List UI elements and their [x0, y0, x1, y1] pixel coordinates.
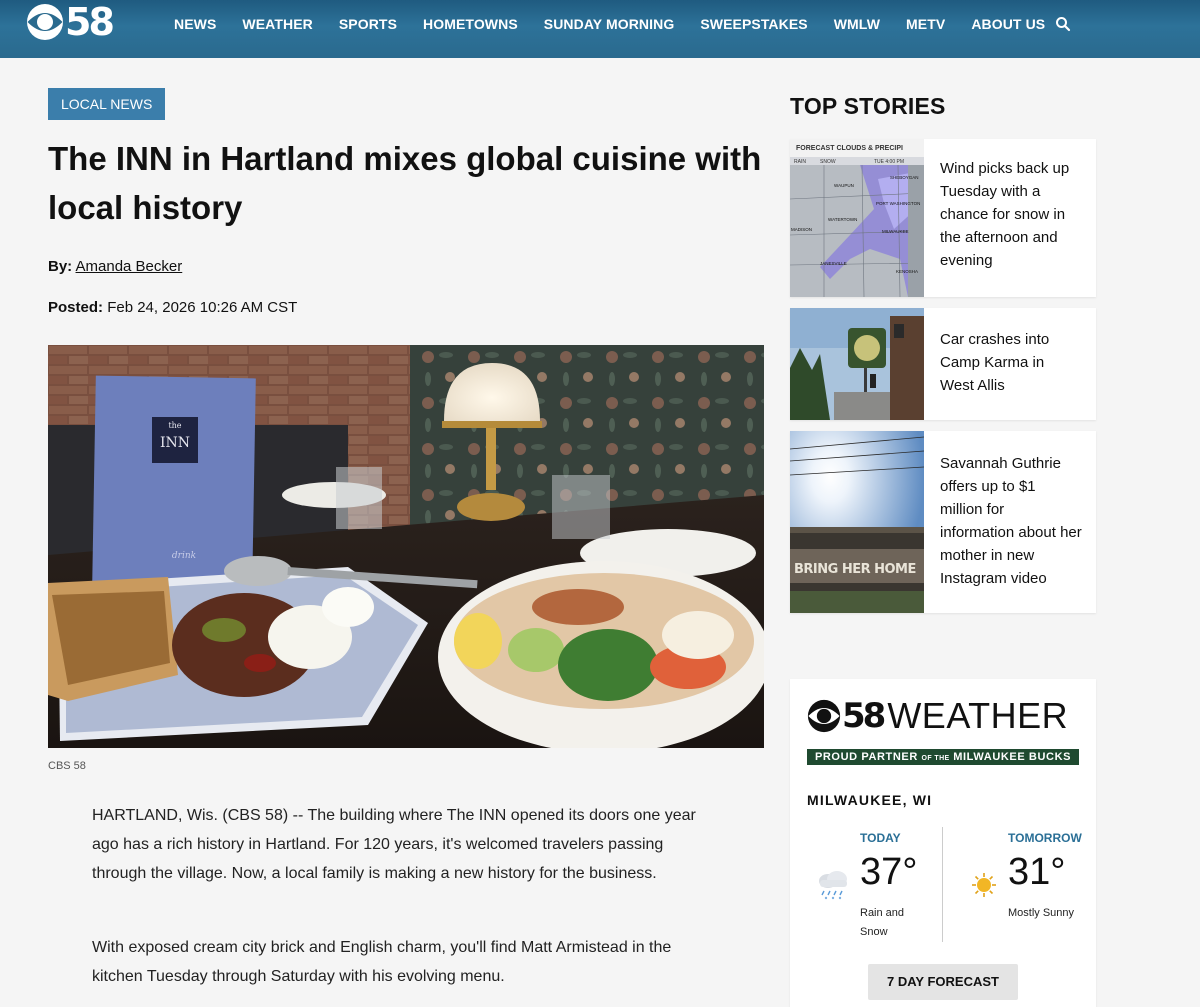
by-label: By: — [48, 258, 73, 275]
menu-drink-text: drink — [172, 551, 196, 561]
article-photo: the INN drink — [48, 345, 764, 748]
author-link[interactable]: Amanda Becker — [76, 258, 183, 275]
map-legend-time: TUE 4:00 PM — [874, 159, 904, 165]
partner-left: PROUD PARTNER — [814, 751, 918, 763]
map-legend-snow: SNOW — [820, 159, 836, 165]
byline: By: Amanda Becker — [48, 258, 182, 275]
category-badge[interactable]: LOCAL NEWS — [48, 88, 166, 120]
story-title[interactable]: Car crashes into Camp Karma in West Alli… — [924, 308, 1096, 420]
cbs-eye-icon — [807, 699, 841, 733]
today-label: TODAY — [860, 831, 901, 845]
nav-about-us[interactable]: ABOUT US — [971, 16, 1045, 32]
nav-sweepstakes[interactable]: SWEEPSTAKES — [700, 16, 807, 32]
site-header: 58 NEWS WEATHER SPORTS HOMETOWNS SUNDAY … — [0, 0, 1200, 58]
map-title: FORECAST CLOUDS & PRECIPI — [796, 145, 903, 152]
partner-right: MILWAUKEE BUCKS — [953, 751, 1072, 763]
map-place-kenosha: KENOSHA — [896, 269, 918, 274]
weather-divider — [942, 827, 943, 942]
today-condition: Rain and Snow — [860, 907, 905, 938]
nav-metv[interactable]: METV — [906, 16, 945, 32]
photo-credit: CBS 58 — [48, 760, 86, 772]
bring-her-home-sign: BRING HER HOME — [794, 562, 916, 577]
weather-logo-number: 58 — [842, 696, 886, 736]
story-title[interactable]: Savannah Guthrie offers up to $1 million… — [924, 431, 1096, 613]
weather-city: MILWAUKEE, WI — [807, 792, 933, 808]
nav-hometowns[interactable]: HOMETOWNS — [423, 16, 518, 32]
story-title[interactable]: Wind picks back up Tuesday with a chance… — [924, 139, 1096, 297]
logo-number: 58 — [65, 0, 115, 44]
tomorrow-temp: 31° — [1008, 851, 1066, 893]
menu-small-text: the — [168, 421, 181, 430]
map-place-madison: MADISON — [791, 227, 812, 232]
top-stories-title: TOP STORIES — [790, 93, 946, 119]
weather-widget: 58 WEATHER PROUD PARTNER OF THE MILWAUKE… — [790, 679, 1096, 1007]
nav-sports[interactable]: SPORTS — [339, 16, 397, 32]
bucks-partner-banner: PROUD PARTNER OF THE MILWAUKEE BUCKS — [807, 749, 1079, 765]
tomorrow-label: TOMORROW — [1008, 831, 1082, 845]
nav-sunday-morning[interactable]: SUNDAY MORNING — [544, 16, 675, 32]
today-temp: 37° — [860, 851, 918, 893]
tomorrow-condition: Mostly Sunny — [1008, 907, 1075, 919]
story-card[interactable]: Car crashes into Camp Karma in West Alli… — [790, 308, 1096, 420]
posted-date-value: Feb 24, 2026 10:26 AM CST — [107, 299, 298, 316]
main-nav: NEWS WEATHER SPORTS HOMETOWNS SUNDAY MOR… — [174, 0, 1071, 48]
posted-label: Posted: — [48, 299, 104, 316]
story-thumbnail[interactable] — [790, 308, 924, 420]
rain-snow-icon — [819, 871, 847, 900]
story-thumbnail[interactable]: BRING HER HOME — [790, 431, 924, 613]
story-card[interactable]: BRING HER HOME Savannah Guthrie offers u… — [790, 431, 1096, 613]
cbs-eye-icon — [27, 4, 63, 40]
posted-date: Posted: Feb 24, 2026 10:26 AM CST — [48, 299, 297, 316]
map-legend-rain: RAIN — [794, 159, 806, 165]
map-place-waupun: WAUPUN — [834, 183, 854, 188]
story-card[interactable]: FORECAST CLOUDS & PRECIPI RAIN SNOW TUE … — [790, 139, 1096, 297]
partner-mid: OF THE — [921, 755, 950, 762]
seven-day-forecast-button[interactable]: 7 DAY FORECAST — [868, 964, 1018, 1000]
cbs58-logo[interactable]: 58 — [26, 0, 115, 44]
story-thumbnail[interactable]: FORECAST CLOUDS & PRECIPI RAIN SNOW TUE … — [790, 139, 924, 297]
nav-weather[interactable]: WEATHER — [242, 16, 312, 32]
article-paragraph: HARTLAND, Wis. (CBS 58) -- The building … — [92, 807, 696, 882]
menu-inn-text: INN — [160, 435, 190, 451]
weather-logo-word: WEATHER — [887, 695, 1069, 736]
search-icon[interactable] — [1055, 16, 1071, 32]
sun-icon — [972, 873, 996, 897]
cbs58-weather-logo[interactable]: 58 WEATHER — [807, 695, 1069, 736]
article-paragraph: With exposed cream city brick and Englis… — [92, 939, 672, 985]
map-place-janesville: JANESVILLE — [820, 261, 847, 266]
map-place-port-washington: PORT WASHINGTON — [876, 201, 920, 206]
article-headline: The INN in Hartland mixes global cuisine… — [48, 140, 762, 226]
map-place-sheboygan: SHEBOYGAN — [890, 175, 919, 180]
nav-wmlw[interactable]: WMLW — [834, 16, 880, 32]
nav-news[interactable]: NEWS — [174, 16, 216, 32]
map-place-milwaukee: MILWAUKEE — [882, 229, 909, 234]
map-place-watertown: WATERTOWN — [828, 217, 857, 222]
